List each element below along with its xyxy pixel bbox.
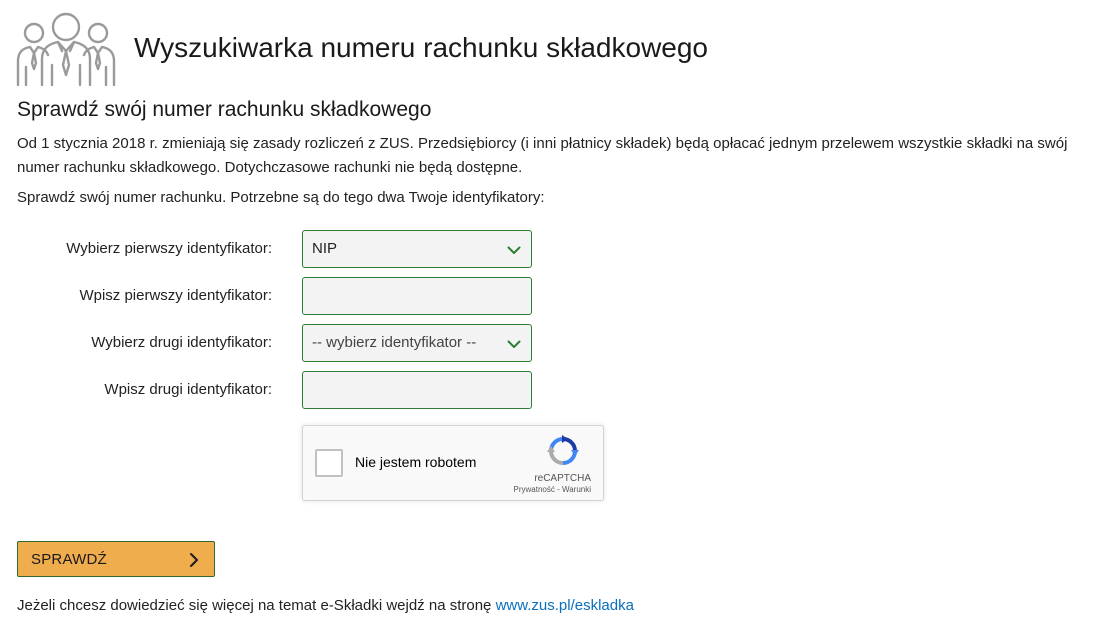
- recaptcha-widget: Nie jestem robotem reCAPTCHA Prywatność …: [302, 425, 604, 501]
- section-title: Sprawdź swój numer rachunku składkowego: [17, 98, 432, 121]
- page-header: Wyszukiwarka numeru rachunku składkowego: [16, 8, 708, 88]
- first-id-select-label: Wybierz pierwszy identyfikator:: [66, 240, 272, 257]
- instructions-text: Sprawdź swój numer rachunku. Potrzebne s…: [17, 189, 545, 206]
- first-id-select-value: NIP: [312, 240, 338, 257]
- footer-text: Jeżeli chcesz dowiedzieć się więcej na t…: [17, 597, 496, 614]
- submit-button[interactable]: SPRAWDŹ: [17, 541, 215, 577]
- eskladka-link[interactable]: www.zus.pl/eskladka: [496, 597, 634, 614]
- second-id-select-row: Wybierz drugi identyfikator: -- wybierz …: [0, 324, 600, 362]
- second-id-select-label: Wybierz drugi identyfikator:: [91, 334, 272, 351]
- recaptcha-links[interactable]: Prywatność - Warunki: [491, 485, 592, 494]
- second-id-input-row: Wpisz drugi identyfikator:: [0, 371, 600, 409]
- chevron-down-icon: [507, 246, 521, 254]
- first-id-input-row: Wpisz pierwszy identyfikator:: [0, 277, 600, 315]
- chevron-right-icon: [190, 553, 198, 567]
- page-title: Wyszukiwarka numeru rachunku składkowego: [134, 32, 708, 63]
- first-id-select[interactable]: NIP: [302, 230, 532, 268]
- footer-note: Jeżeli chcesz dowiedzieć się więcej na t…: [17, 597, 634, 614]
- second-id-select[interactable]: -- wybierz identyfikator --: [302, 324, 532, 362]
- people-group-icon: [16, 12, 116, 87]
- second-id-input-wrapper: [302, 371, 532, 409]
- second-id-input-label: Wpisz drugi identyfikator:: [104, 381, 272, 398]
- recaptcha-logo-icon: [547, 435, 579, 465]
- first-id-input-wrapper: [302, 277, 532, 315]
- intro-paragraph: Od 1 stycznia 2018 r. zmieniają się zasa…: [17, 135, 1068, 176]
- second-id-input[interactable]: [303, 372, 531, 408]
- first-id-select-row: Wybierz pierwszy identyfikator: NIP: [0, 230, 600, 268]
- page: Wyszukiwarka numeru rachunku składkowego…: [0, 0, 1120, 623]
- recaptcha-label: Nie jestem robotem: [355, 454, 477, 470]
- recaptcha-checkbox[interactable]: [315, 449, 343, 477]
- second-id-select-value: -- wybierz identyfikator --: [312, 334, 477, 351]
- first-id-input-label: Wpisz pierwszy identyfikator:: [79, 287, 272, 304]
- chevron-down-icon: [507, 340, 521, 348]
- recaptcha-brand: reCAPTCHA: [534, 473, 591, 484]
- submit-button-label: SPRAWDŹ: [31, 551, 107, 568]
- first-id-input[interactable]: [303, 278, 531, 314]
